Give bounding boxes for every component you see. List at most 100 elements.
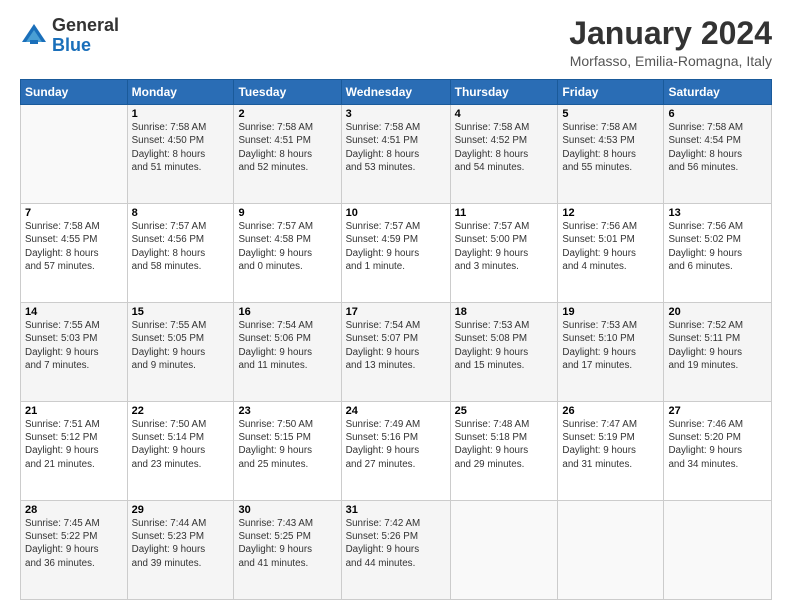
calendar-cell: 17Sunrise: 7:54 AMSunset: 5:07 PMDayligh… — [341, 303, 450, 402]
calendar-cell: 7Sunrise: 7:58 AMSunset: 4:55 PMDaylight… — [21, 204, 128, 303]
calendar-cell: 21Sunrise: 7:51 AMSunset: 5:12 PMDayligh… — [21, 402, 128, 501]
day-info: Sunrise: 7:47 AMSunset: 5:19 PMDaylight:… — [562, 418, 659, 471]
day-number: 4 — [455, 108, 554, 120]
day-number: 29 — [132, 504, 230, 516]
calendar-cell: 10Sunrise: 7:57 AMSunset: 4:59 PMDayligh… — [341, 204, 450, 303]
day-number: 21 — [25, 405, 123, 417]
day-info: Sunrise: 7:54 AMSunset: 5:07 PMDaylight:… — [346, 319, 446, 372]
day-info: Sunrise: 7:48 AMSunset: 5:18 PMDaylight:… — [455, 418, 554, 471]
main-title: January 2024 — [569, 16, 772, 51]
logo-text: General Blue — [52, 16, 119, 56]
day-info: Sunrise: 7:56 AMSunset: 5:01 PMDaylight:… — [562, 220, 659, 273]
day-number: 22 — [132, 405, 230, 417]
day-number: 11 — [455, 207, 554, 219]
calendar-cell — [450, 501, 558, 600]
day-info: Sunrise: 7:57 AMSunset: 4:58 PMDaylight:… — [238, 220, 336, 273]
day-info: Sunrise: 7:50 AMSunset: 5:15 PMDaylight:… — [238, 418, 336, 471]
calendar-cell: 30Sunrise: 7:43 AMSunset: 5:25 PMDayligh… — [234, 501, 341, 600]
calendar-cell: 28Sunrise: 7:45 AMSunset: 5:22 PMDayligh… — [21, 501, 128, 600]
day-number: 9 — [238, 207, 336, 219]
day-info: Sunrise: 7:51 AMSunset: 5:12 PMDaylight:… — [25, 418, 123, 471]
calendar-cell: 31Sunrise: 7:42 AMSunset: 5:26 PMDayligh… — [341, 501, 450, 600]
calendar-cell: 26Sunrise: 7:47 AMSunset: 5:19 PMDayligh… — [558, 402, 664, 501]
day-number: 17 — [346, 306, 446, 318]
day-info: Sunrise: 7:45 AMSunset: 5:22 PMDaylight:… — [25, 517, 123, 570]
calendar-cell: 9Sunrise: 7:57 AMSunset: 4:58 PMDaylight… — [234, 204, 341, 303]
calendar-cell — [21, 105, 128, 204]
day-number: 25 — [455, 405, 554, 417]
day-number: 7 — [25, 207, 123, 219]
col-header-saturday: Saturday — [664, 80, 772, 105]
day-info: Sunrise: 7:58 AMSunset: 4:51 PMDaylight:… — [238, 121, 336, 174]
day-info: Sunrise: 7:50 AMSunset: 5:14 PMDaylight:… — [132, 418, 230, 471]
week-row-3: 14Sunrise: 7:55 AMSunset: 5:03 PMDayligh… — [21, 303, 772, 402]
calendar-cell: 4Sunrise: 7:58 AMSunset: 4:52 PMDaylight… — [450, 105, 558, 204]
day-info: Sunrise: 7:58 AMSunset: 4:55 PMDaylight:… — [25, 220, 123, 273]
day-number: 26 — [562, 405, 659, 417]
calendar-cell: 5Sunrise: 7:58 AMSunset: 4:53 PMDaylight… — [558, 105, 664, 204]
calendar-cell: 3Sunrise: 7:58 AMSunset: 4:51 PMDaylight… — [341, 105, 450, 204]
week-row-2: 7Sunrise: 7:58 AMSunset: 4:55 PMDaylight… — [21, 204, 772, 303]
logo: General Blue — [20, 16, 119, 56]
day-number: 27 — [668, 405, 767, 417]
calendar-cell: 24Sunrise: 7:49 AMSunset: 5:16 PMDayligh… — [341, 402, 450, 501]
week-row-1: 1Sunrise: 7:58 AMSunset: 4:50 PMDaylight… — [21, 105, 772, 204]
calendar-cell: 25Sunrise: 7:48 AMSunset: 5:18 PMDayligh… — [450, 402, 558, 501]
day-info: Sunrise: 7:52 AMSunset: 5:11 PMDaylight:… — [668, 319, 767, 372]
title-block: January 2024 Morfasso, Emilia-Romagna, I… — [569, 16, 772, 69]
day-number: 19 — [562, 306, 659, 318]
day-info: Sunrise: 7:54 AMSunset: 5:06 PMDaylight:… — [238, 319, 336, 372]
day-info: Sunrise: 7:58 AMSunset: 4:54 PMDaylight:… — [668, 121, 767, 174]
calendar-cell: 27Sunrise: 7:46 AMSunset: 5:20 PMDayligh… — [664, 402, 772, 501]
day-number: 31 — [346, 504, 446, 516]
day-number: 2 — [238, 108, 336, 120]
day-info: Sunrise: 7:46 AMSunset: 5:20 PMDaylight:… — [668, 418, 767, 471]
day-number: 23 — [238, 405, 336, 417]
calendar-cell: 1Sunrise: 7:58 AMSunset: 4:50 PMDaylight… — [127, 105, 234, 204]
logo-icon — [20, 22, 48, 50]
calendar-cell — [664, 501, 772, 600]
calendar-cell: 2Sunrise: 7:58 AMSunset: 4:51 PMDaylight… — [234, 105, 341, 204]
day-info: Sunrise: 7:56 AMSunset: 5:02 PMDaylight:… — [668, 220, 767, 273]
day-info: Sunrise: 7:49 AMSunset: 5:16 PMDaylight:… — [346, 418, 446, 471]
week-row-5: 28Sunrise: 7:45 AMSunset: 5:22 PMDayligh… — [21, 501, 772, 600]
day-info: Sunrise: 7:58 AMSunset: 4:52 PMDaylight:… — [455, 121, 554, 174]
calendar-cell: 18Sunrise: 7:53 AMSunset: 5:08 PMDayligh… — [450, 303, 558, 402]
day-number: 30 — [238, 504, 336, 516]
calendar-cell: 14Sunrise: 7:55 AMSunset: 5:03 PMDayligh… — [21, 303, 128, 402]
calendar-cell: 13Sunrise: 7:56 AMSunset: 5:02 PMDayligh… — [664, 204, 772, 303]
day-info: Sunrise: 7:42 AMSunset: 5:26 PMDaylight:… — [346, 517, 446, 570]
day-info: Sunrise: 7:58 AMSunset: 4:51 PMDaylight:… — [346, 121, 446, 174]
col-header-tuesday: Tuesday — [234, 80, 341, 105]
day-info: Sunrise: 7:44 AMSunset: 5:23 PMDaylight:… — [132, 517, 230, 570]
day-info: Sunrise: 7:55 AMSunset: 5:05 PMDaylight:… — [132, 319, 230, 372]
calendar-cell: 29Sunrise: 7:44 AMSunset: 5:23 PMDayligh… — [127, 501, 234, 600]
col-header-sunday: Sunday — [21, 80, 128, 105]
calendar-cell: 15Sunrise: 7:55 AMSunset: 5:05 PMDayligh… — [127, 303, 234, 402]
calendar-table: SundayMondayTuesdayWednesdayThursdayFrid… — [20, 79, 772, 600]
col-header-thursday: Thursday — [450, 80, 558, 105]
day-info: Sunrise: 7:57 AMSunset: 4:59 PMDaylight:… — [346, 220, 446, 273]
calendar-cell: 6Sunrise: 7:58 AMSunset: 4:54 PMDaylight… — [664, 105, 772, 204]
day-number: 24 — [346, 405, 446, 417]
calendar-cell: 22Sunrise: 7:50 AMSunset: 5:14 PMDayligh… — [127, 402, 234, 501]
day-number: 15 — [132, 306, 230, 318]
day-number: 18 — [455, 306, 554, 318]
day-number: 10 — [346, 207, 446, 219]
day-number: 5 — [562, 108, 659, 120]
day-info: Sunrise: 7:53 AMSunset: 5:08 PMDaylight:… — [455, 319, 554, 372]
day-number: 6 — [668, 108, 767, 120]
calendar-cell — [558, 501, 664, 600]
page: General Blue January 2024 Morfasso, Emil… — [0, 0, 792, 612]
day-info: Sunrise: 7:43 AMSunset: 5:25 PMDaylight:… — [238, 517, 336, 570]
day-number: 28 — [25, 504, 123, 516]
calendar-cell: 12Sunrise: 7:56 AMSunset: 5:01 PMDayligh… — [558, 204, 664, 303]
calendar-cell: 20Sunrise: 7:52 AMSunset: 5:11 PMDayligh… — [664, 303, 772, 402]
subtitle: Morfasso, Emilia-Romagna, Italy — [569, 53, 772, 69]
day-number: 3 — [346, 108, 446, 120]
day-number: 1 — [132, 108, 230, 120]
calendar-cell: 11Sunrise: 7:57 AMSunset: 5:00 PMDayligh… — [450, 204, 558, 303]
day-info: Sunrise: 7:55 AMSunset: 5:03 PMDaylight:… — [25, 319, 123, 372]
col-header-monday: Monday — [127, 80, 234, 105]
calendar-cell: 23Sunrise: 7:50 AMSunset: 5:15 PMDayligh… — [234, 402, 341, 501]
